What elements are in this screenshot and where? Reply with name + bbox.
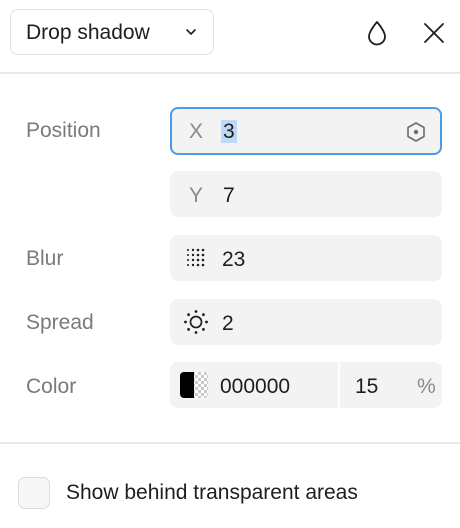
position-x-field[interactable]: X 3 xyxy=(170,107,442,155)
opacity-unit: % xyxy=(417,375,436,398)
blur-label: Blur xyxy=(26,247,64,270)
blur-icon xyxy=(187,248,205,267)
x-prefix: X xyxy=(189,120,204,143)
y-prefix: Y xyxy=(189,184,204,207)
color-hex-field[interactable]: 000000 xyxy=(170,362,338,408)
close-icon[interactable] xyxy=(423,22,445,44)
effect-header: Drop shadow xyxy=(0,0,460,72)
show-behind-checkbox[interactable] xyxy=(18,477,50,509)
constraint-hexagon-icon[interactable] xyxy=(405,121,427,143)
spread-field[interactable]: 2 xyxy=(170,299,442,345)
drop-icon[interactable] xyxy=(366,20,388,46)
chevron-down-icon xyxy=(186,29,196,35)
position-label: Position xyxy=(26,119,101,142)
x-value-text: 3 xyxy=(221,120,237,143)
effect-type-dropdown[interactable]: Drop shadow xyxy=(10,9,214,55)
y-value: 7 xyxy=(223,184,235,207)
spread-label: Spread xyxy=(26,311,94,334)
x-value[interactable]: 3 xyxy=(221,120,237,144)
blur-field[interactable]: 23 xyxy=(170,235,442,281)
color-opacity-field[interactable]: 15 % xyxy=(340,362,442,408)
spread-icon xyxy=(184,310,208,334)
show-behind-label[interactable]: Show behind transparent areas xyxy=(66,481,358,505)
effect-type-label: Drop shadow xyxy=(26,21,150,44)
color-hex-value: 000000 xyxy=(220,375,291,398)
header-divider xyxy=(0,72,460,74)
blur-value: 23 xyxy=(222,248,246,271)
spread-value: 2 xyxy=(222,312,234,335)
color-label: Color xyxy=(26,375,77,398)
position-y-field[interactable]: Y 7 xyxy=(170,171,442,217)
footer-divider xyxy=(0,442,460,444)
color-swatch-icon[interactable] xyxy=(180,372,208,398)
opacity-value: 15 xyxy=(355,375,379,398)
